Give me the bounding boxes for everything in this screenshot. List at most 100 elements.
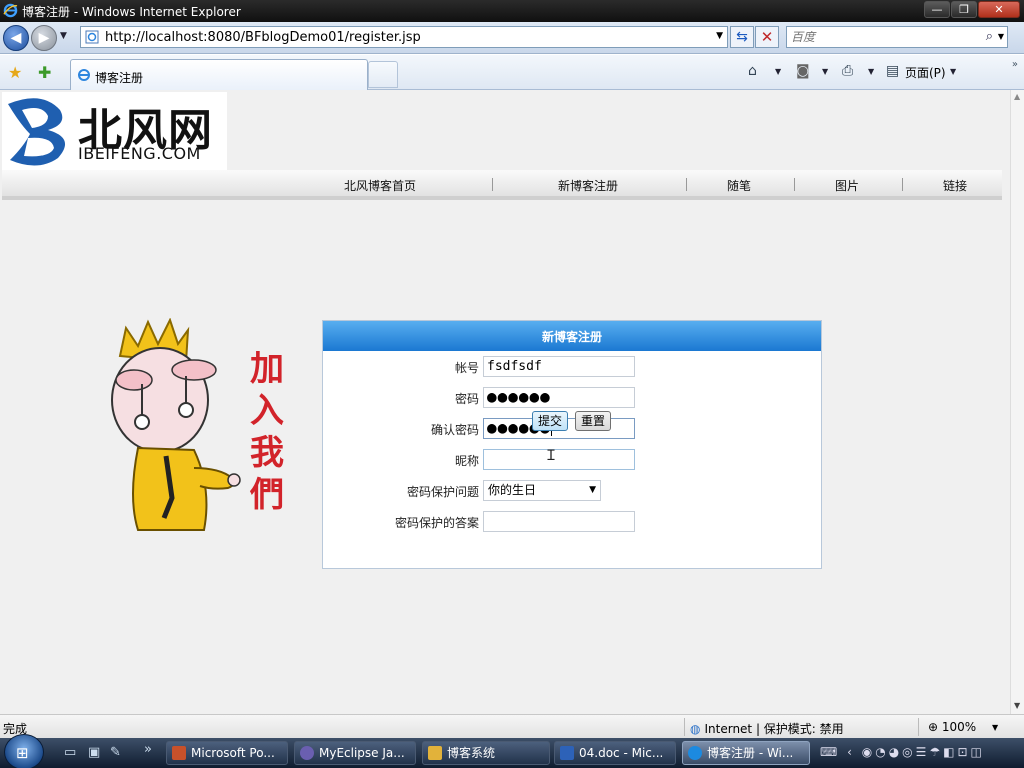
menu-item-links[interactable]: 链接 — [943, 177, 967, 194]
quicklaunch-app-icon[interactable]: ✎ — [110, 745, 121, 760]
folder-icon — [428, 746, 442, 760]
security-answer-row: 密码保护的答案 — [323, 511, 823, 533]
quicklaunch-more-icon[interactable]: » — [144, 742, 152, 757]
menu-item-essays[interactable]: 随笔 — [727, 177, 751, 194]
start-button[interactable]: ⊞ — [4, 734, 44, 768]
zoom-dropdown-icon[interactable]: ▼ — [992, 723, 998, 732]
new-tab-button[interactable] — [368, 61, 398, 88]
taskbar-item-powerpoint[interactable]: Microsoft Po... — [166, 741, 288, 765]
submit-button[interactable]: 提交 — [532, 411, 569, 431]
history-dropdown-icon[interactable]: ▼ — [60, 31, 67, 41]
switch-windows-icon[interactable]: ▣ — [88, 745, 100, 760]
menu-divider — [794, 178, 795, 191]
tab-bar: ★ ✚ 博客注册 ⌂ ▼ ◙ ▼ ⎙ ▼ ▤ 页面(P) ▼ » — [0, 55, 1024, 90]
confirm-password-row: 确认密码 ●●●●●● — [323, 418, 823, 440]
arrow-left-icon: ◀ — [10, 30, 22, 46]
password-input[interactable]: ●●●●●● — [483, 387, 635, 408]
forward-button[interactable]: ▶ — [31, 25, 57, 51]
account-label: 帐号 — [454, 361, 479, 375]
taskbar-item-label: 04.doc - Mic... — [579, 746, 664, 760]
arrow-right-icon: ▶ — [38, 30, 50, 46]
close-button[interactable]: ✕ — [978, 1, 1020, 18]
system-tray[interactable]: ⌨ ‹ ◉◔◕◎☰☂◧⊡◫ — [820, 745, 985, 759]
security-question-select[interactable]: 你的生日 ▼ — [483, 480, 601, 501]
confirm-password-label: 确认密码 — [430, 423, 479, 437]
logo-english-text: IBEIFENG.COM — [78, 144, 201, 163]
security-question-label: 密码保护问题 — [406, 485, 479, 499]
page-icon — [85, 30, 99, 44]
nickname-label: 昵称 — [454, 454, 479, 468]
zoom-icon: ⊕ — [928, 720, 939, 734]
stop-button[interactable]: ✕ — [755, 26, 779, 48]
page-dropdown-icon[interactable]: ▼ — [950, 67, 956, 76]
print-icon[interactable]: ⎙ — [842, 63, 853, 79]
add-favorites-icon[interactable]: ✚ — [38, 63, 51, 82]
home-icon[interactable]: ⌂ — [748, 63, 757, 79]
taskbar-item-label: 博客注册 - Wi... — [707, 746, 794, 760]
security-zone[interactable]: ◍ Internet | 保护模式: 禁用 — [690, 720, 844, 737]
page-menu-label[interactable]: 页面(P) — [905, 64, 946, 81]
menu-item-home[interactable]: 北风博客首页 — [344, 177, 416, 194]
join-text-1: 加 — [250, 349, 284, 389]
address-bar[interactable]: http://localhost:8080/BFblogDemo01/regis… — [80, 26, 728, 48]
maximize-button[interactable]: ❐ — [951, 1, 977, 18]
word-icon — [560, 746, 574, 760]
show-desktop-icon[interactable]: ▭ — [64, 745, 76, 760]
ibeam-cursor-icon: Ｉ — [544, 448, 558, 464]
menu-divider — [686, 178, 687, 191]
chevron-more-icon[interactable]: » — [1012, 59, 1018, 70]
print-dropdown-icon[interactable]: ▼ — [868, 67, 874, 76]
register-form-title: 新博客注册 — [323, 321, 821, 351]
taskbar-item-word[interactable]: 04.doc - Mic... — [554, 741, 676, 765]
minimize-button[interactable]: — — [924, 1, 950, 18]
tab-register[interactable]: 博客注册 — [70, 59, 368, 90]
menu-divider — [492, 178, 493, 191]
page-content: 北风网 IBEIFENG.COM 北风博客首页 新博客注册 随笔 图片 链接 加… — [0, 90, 1010, 714]
menu-item-photos[interactable]: 图片 — [835, 177, 859, 194]
address-url[interactable]: http://localhost:8080/BFblogDemo01/regis… — [105, 30, 421, 45]
account-row: 帐号 fsdfsdf — [323, 356, 823, 378]
menu-divider — [902, 178, 903, 191]
scroll-up-icon[interactable]: ▲ — [1014, 92, 1020, 101]
refresh-button[interactable]: ⇆ — [730, 26, 754, 48]
ie-logo-icon — [3, 3, 18, 18]
taskbar-item-ie[interactable]: 博客注册 - Wi... — [682, 741, 810, 765]
feed-dropdown-icon[interactable]: ▼ — [822, 67, 828, 76]
address-dropdown-icon[interactable]: ▼ — [716, 31, 723, 41]
chevron-down-icon: ▼ — [589, 485, 596, 495]
account-input[interactable]: fsdfsdf — [483, 356, 635, 377]
scroll-down-icon[interactable]: ▼ — [1014, 701, 1020, 710]
windows-taskbar: ⊞ ▭ ▣ ✎ » Microsoft Po... MyEclipse Ja..… — [0, 734, 1024, 768]
join-text-2: 入 — [250, 391, 284, 431]
register-form: 新博客注册 帐号 fsdfsdf 密码 ●●●●●● 确认密码 ●●●●●● 昵… — [322, 320, 822, 569]
site-logo[interactable]: 北风网 IBEIFENG.COM — [2, 92, 227, 170]
password-label: 密码 — [454, 392, 479, 406]
windows-logo-icon: ⊞ — [16, 744, 29, 762]
taskbar-item-myeclipse[interactable]: MyEclipse Ja... — [294, 741, 416, 765]
back-button[interactable]: ◀ — [3, 25, 29, 51]
reset-button[interactable]: 重置 — [575, 411, 612, 431]
taskbar-item-folder[interactable]: 博客系统 — [422, 741, 550, 765]
zoom-value: 100% — [941, 720, 977, 734]
favorites-star-icon[interactable]: ★ — [8, 63, 22, 82]
home-dropdown-icon[interactable]: ▼ — [775, 67, 781, 76]
join-text-4: 們 — [249, 475, 284, 515]
page-menu-icon[interactable]: ▤ — [886, 63, 899, 79]
search-icon[interactable]: ⌕ — [986, 29, 993, 44]
security-question-row: 密码保护问题 你的生日 ▼ — [323, 480, 823, 502]
vertical-scrollbar[interactable]: ▲ ▼ — [1010, 90, 1024, 714]
myeclipse-icon — [300, 746, 314, 760]
search-dropdown-icon[interactable]: ▼ — [998, 32, 1004, 41]
zoom-level[interactable]: ⊕ 100% — [928, 720, 976, 734]
navigation-bar: ◀ ▶ ▼ http://localhost:8080/BFblogDemo01… — [0, 22, 1024, 54]
search-input[interactable] — [787, 27, 977, 47]
security-answer-input[interactable] — [483, 511, 635, 532]
globe-icon: ◍ — [690, 722, 701, 736]
security-question-value: 你的生日 — [488, 483, 537, 497]
nickname-input[interactable] — [483, 449, 635, 470]
menu-item-register[interactable]: 新博客注册 — [558, 177, 618, 194]
zone-text: Internet | 保护模式: 禁用 — [704, 722, 844, 736]
status-divider — [918, 718, 919, 736]
rss-feed-icon[interactable]: ◙ — [796, 63, 810, 79]
security-answer-label: 密码保护的答案 — [394, 516, 479, 530]
